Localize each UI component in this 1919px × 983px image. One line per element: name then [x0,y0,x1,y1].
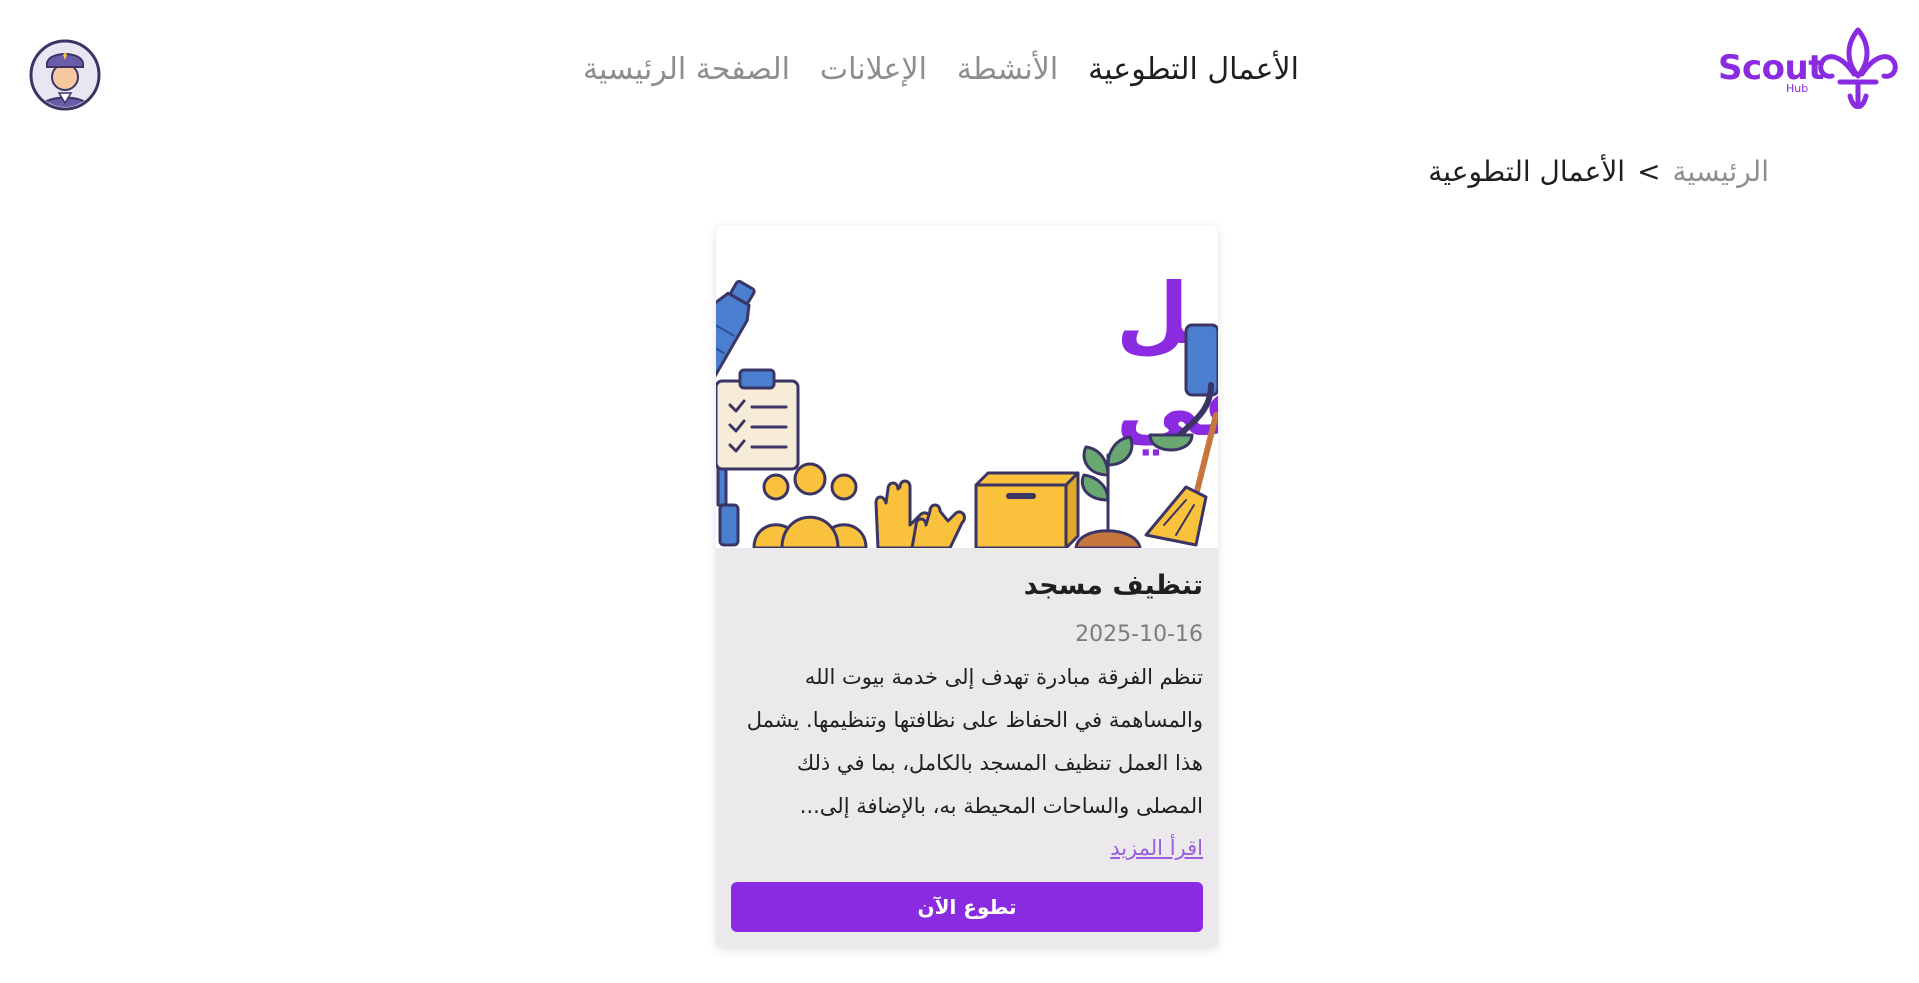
brand-sub: Hub [1786,82,1809,95]
card-date: 2025-10-16 [1075,622,1203,647]
volunteer-now-button[interactable]: تطوع الآن [731,882,1203,932]
breadcrumb-current: الأعمال التطوعية [1428,155,1626,188]
breadcrumb-home[interactable]: الرئيسية [1673,155,1769,188]
fleur-de-lis-icon [1818,27,1898,109]
scout-avatar-icon[interactable] [29,39,101,111]
card-title: تنظيف مسجد [1023,570,1203,601]
nav-activities[interactable]: الأنشطة [957,52,1058,87]
card-description: تنظم الفرقة مبادرة تهدف إلى خدمة بيوت ال… [746,665,1203,818]
nav-announcements[interactable]: الإعلانات [820,52,927,87]
breadcrumb-separator: > [1637,155,1661,188]
main-nav: الصفحة الرئيسية الإعلانات الأنشطة الأعما… [583,52,1299,87]
nav-home[interactable]: الصفحة الرئيسية [583,52,790,87]
read-more-link[interactable]: اقرأ المزيد [1110,828,1203,868]
nav-volunteer-works[interactable]: الأعمال التطوعية [1088,52,1299,87]
volunteer-card-image: عمـــل تطوعي [716,225,1218,548]
brand-logo[interactable]: Scout Hub [1718,26,1898,110]
volunteer-card: عمـــل تطوعي [716,225,1218,948]
box-icon [974,471,1080,548]
volunteer-card-body: تنظيف مسجد 2025-10-16 تنظم الفرقة مبادرة… [716,568,1218,932]
breadcrumb: الرئيسية > الأعمال التطوعية [1428,155,1769,188]
